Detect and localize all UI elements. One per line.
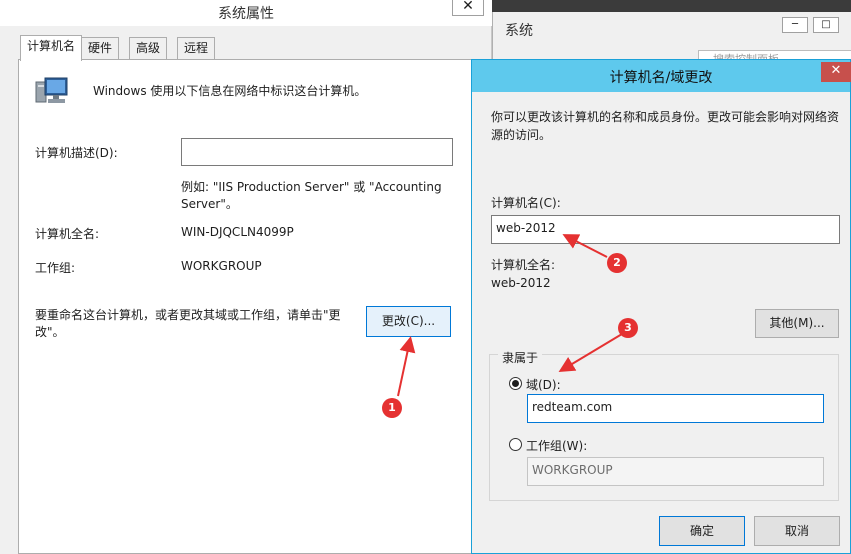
- more-button[interactable]: 其他(M)...: [755, 309, 839, 338]
- dialog-intro-line1: 你可以更改该计算机的名称和成员身份。更改可能会影响对网络资: [491, 110, 840, 124]
- domain-radio[interactable]: [509, 377, 522, 390]
- intro-text: Windows 使用以下信息在网络中标识这台计算机。: [93, 84, 367, 98]
- tab-remote[interactable]: 远程: [177, 37, 216, 59]
- workgroup-input[interactable]: WORKGROUP: [527, 457, 824, 486]
- annotation-badge-1: 1: [382, 398, 402, 418]
- system-properties-title: 系统属性: [218, 6, 274, 22]
- description-input[interactable]: [181, 138, 453, 166]
- ok-button[interactable]: 确定: [659, 516, 745, 546]
- workgroup-radio[interactable]: [509, 438, 522, 451]
- tab-computer-name[interactable]: 计算机名: [20, 35, 83, 61]
- dialog-title: 计算机名/域更改: [609, 70, 713, 86]
- annotation-badge-2: 2: [607, 253, 627, 273]
- computer-name-label: 计算机名(C):: [491, 196, 561, 210]
- full-name-value: WIN-DJQCLN4099P: [181, 225, 294, 239]
- dialog-full-name-label: 计算机全名:: [491, 258, 556, 272]
- change-button[interactable]: 更改(C)...: [366, 306, 451, 337]
- annotation-badge-3: 3: [618, 318, 638, 338]
- rename-instruction-line2: 改"。: [35, 325, 65, 339]
- cancel-button[interactable]: 取消: [754, 516, 840, 546]
- system-properties-window: 系统属性 ✕ 计算机名 硬件 高级 远程 Windows 使用以下信息在网络中标…: [0, 0, 492, 554]
- tab-hardware[interactable]: 硬件: [81, 37, 120, 59]
- radio-selected-dot: [512, 380, 519, 387]
- domain-input[interactable]: redteam.com: [527, 394, 824, 423]
- computer-name-input[interactable]: web-2012: [491, 215, 840, 244]
- workgroup-value: WORKGROUP: [181, 259, 262, 273]
- domain-label: 域(D):: [526, 378, 561, 392]
- computer-icon: [35, 76, 69, 108]
- close-icon[interactable]: ✕: [452, 0, 484, 16]
- dialog-workgroup-label: 工作组(W):: [526, 439, 588, 453]
- tab-advanced[interactable]: 高级: [129, 37, 168, 59]
- full-name-label: 计算机全名:: [35, 227, 100, 241]
- example-text-line1: 例如: "IIS Production Server" 或 "Accountin…: [181, 180, 442, 194]
- close-icon[interactable]: ✕: [821, 62, 851, 82]
- member-of-label: 隶属于: [498, 349, 543, 366]
- system-properties-titlebar: 系统属性 ✕: [0, 0, 492, 26]
- maximize-icon[interactable]: □: [813, 17, 839, 33]
- workgroup-label: 工作组:: [35, 261, 76, 275]
- rename-instruction-line1: 要重命名这台计算机，或者更改其域或工作组，请单击"更: [35, 308, 341, 322]
- system-window-title: 系统: [505, 23, 533, 39]
- computer-name-panel: Windows 使用以下信息在网络中标识这台计算机。 计算机描述(D): 例如:…: [18, 59, 474, 554]
- description-label: 计算机描述(D):: [35, 146, 118, 160]
- dialog-intro-line2: 源的访问。: [491, 128, 552, 142]
- example-text-line2: Server"。: [181, 197, 238, 211]
- minimize-icon[interactable]: ─: [782, 17, 808, 33]
- window-strip-top-right: [492, 0, 851, 12]
- dialog-full-name-value: web-2012: [491, 276, 551, 290]
- dialog-titlebar: 计算机名/域更改 ✕: [472, 60, 851, 92]
- computer-name-domain-dialog: 计算机名/域更改 ✕ 你可以更改该计算机的名称和成员身份。更改可能会影响对网络资…: [471, 59, 851, 554]
